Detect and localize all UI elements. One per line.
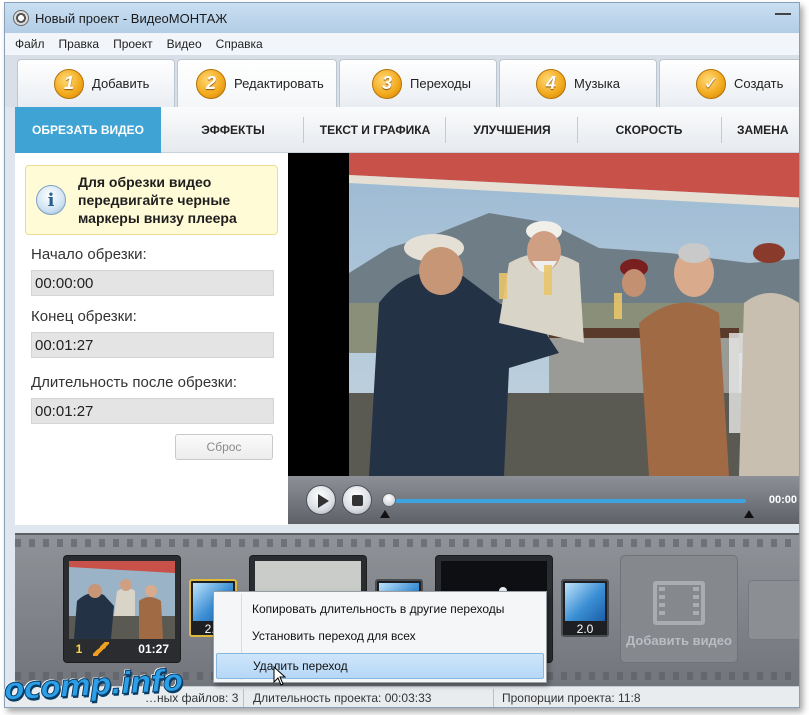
trim-tip: i Для обрезки видео передвигайте черные … [25,165,278,235]
subtab-speed[interactable]: СКОРОСТЬ [579,107,719,153]
trim-end-label: Конец обрезки: [31,308,137,325]
film-strip-decor [15,539,799,547]
subtab-replace[interactable]: ЗАМЕНА [723,107,799,153]
clip-thumbnail [69,561,175,639]
play-button[interactable] [306,485,336,515]
timeline-clip-1[interactable]: 1 01:27 [63,555,181,663]
subtab-divider [445,117,446,143]
tab-transitions[interactable]: 3 Переходы [339,59,497,107]
trim-duration-field: 00:01:27 [31,398,274,424]
menu-item-apply-to-all[interactable]: Установить переход для всех [216,623,544,649]
film-icon [653,581,705,625]
clip-footer: 1 01:27 [69,640,175,658]
info-icon: i [36,185,66,215]
reset-button[interactable]: Сброс [175,434,273,460]
mouse-cursor-icon [273,666,287,686]
stop-button[interactable] [342,485,372,515]
menu-item-delete-transition[interactable]: Удалить переход [216,653,544,679]
tab-add-label: Добавить [92,76,150,91]
context-menu: Копировать длительность в другие переход… [213,591,547,683]
player-controls: 00:00 [288,476,799,524]
trim-end-marker[interactable] [744,510,754,518]
play-icon [318,494,329,508]
subtab-trim-video[interactable]: ОБРЕЗАТЬ ВИДЕО [15,107,161,161]
menu-project[interactable]: Проект [113,37,153,51]
tab-create-label: Создать [734,76,784,91]
status-aspect: Пропорции проекта: 11:8 [502,691,641,705]
video-frame [349,153,799,476]
seek-thumb[interactable] [382,493,396,507]
add-video-button[interactable]: Добавить видео [620,555,738,663]
trim-panel: i Для обрезки видео передвигайте черные … [15,153,288,525]
checkmark-icon: ✓ [696,68,726,99]
subtab-divider [303,117,304,143]
tab-transitions-label: Переходы [410,76,471,91]
stop-icon [352,495,363,506]
timeline-transition-3[interactable]: 2.0 [561,579,609,637]
transition-duration: 2.0 [576,622,594,636]
pencil-icon[interactable] [93,642,109,656]
subtab-divider [577,117,578,143]
tab-create[interactable]: ✓ Создать [659,59,799,107]
menu-file[interactable]: Файл [15,37,45,51]
trim-start-label: Начало обрезки: [31,246,147,263]
step-1-icon: 1 [54,68,84,99]
transition-thumbnail [565,583,605,621]
tab-add[interactable]: 1 Добавить [17,59,175,107]
step-4-icon: 4 [536,68,566,99]
add-video-label: Добавить видео [626,633,732,648]
subtab-enhancements[interactable]: УЛУЧШЕНИЯ [447,107,577,153]
empty-slot [748,580,799,640]
subtab-divider [721,117,722,143]
menu-help[interactable]: Справка [216,37,263,51]
app-logo-icon [13,10,29,26]
edit-subtabs: ОБРЕЗАТЬ ВИДЕО ЭФФЕКТЫ ТЕКСТ И ГРАФИКА У… [15,107,799,161]
subtab-effects[interactable]: ЭФФЕКТЫ [163,107,303,153]
step-3-icon: 3 [372,68,402,99]
seek-track[interactable] [386,499,746,503]
tab-edit[interactable]: 2 Редактировать [177,59,337,107]
player-time: 00:00 [768,494,797,506]
main-tabs: 1 Добавить 2 Редактировать 3 Переходы 4 … [5,55,799,107]
trim-duration-label: Длительность после обрезки: [31,374,237,391]
video-preview [288,153,799,476]
subtab-text-graphics[interactable]: ТЕКСТ И ГРАФИКА [305,107,445,153]
status-divider [243,689,244,707]
tab-music-label: Музыка [574,76,620,91]
menu-edit[interactable]: Правка [59,37,100,51]
clip-number: 1 [75,642,83,656]
menu-item-copy-duration[interactable]: Копировать длительность в другие переход… [216,596,544,622]
title-bar: Новый проект - ВидеоМОНТАЖ [5,3,799,33]
tab-music[interactable]: 4 Музыка [499,59,657,107]
menu-video[interactable]: Видео [167,37,202,51]
minimize-icon[interactable] [775,5,791,15]
step-2-icon: 2 [196,68,226,99]
tab-edit-label: Редактировать [234,76,324,91]
trim-start-marker[interactable] [380,510,390,518]
trim-start-field[interactable]: 00:00:00 [31,270,274,296]
trim-end-field[interactable]: 00:01:27 [31,332,274,358]
clip-duration: 01:27 [138,642,169,656]
status-divider [493,689,494,707]
menu-bar: Файл Правка Проект Видео Справка [5,33,799,55]
trim-tip-text: Для обрезки видео передвигайте черные ма… [78,174,237,226]
window-title: Новый проект - ВидеоМОНТАЖ [35,10,228,26]
status-project-duration: Длительность проекта: 00:03:33 [253,691,432,705]
